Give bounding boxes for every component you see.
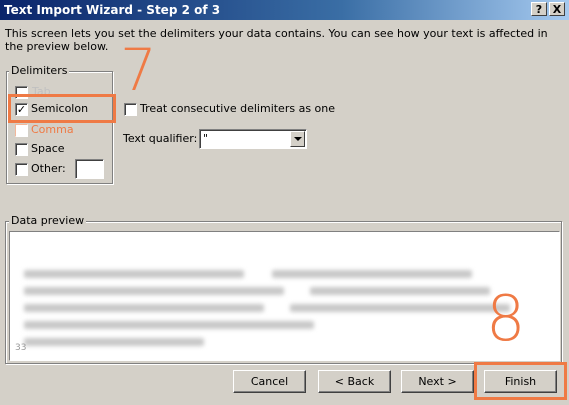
preview-row-number: 33 (15, 343, 27, 353)
space-label: Space (31, 142, 65, 155)
other-label: Other: (31, 162, 66, 175)
title-bar: Text Import Wizard - Step 2 of 3 ? X (0, 0, 569, 20)
step-7-annotation: 7 (120, 36, 157, 104)
window-title: Text Import Wizard - Step 2 of 3 (4, 3, 221, 17)
delimiters-group-label: Delimiters (9, 64, 70, 77)
text-qualifier-value: " (203, 132, 209, 145)
close-button[interactable]: X (549, 2, 565, 16)
text-qualifier-label: Text qualifier: (123, 132, 198, 145)
other-checkbox[interactable] (15, 163, 28, 176)
preview-row (24, 321, 314, 329)
preview-row (310, 287, 490, 295)
preview-row (24, 338, 204, 346)
data-preview-area[interactable]: 33 (9, 231, 560, 361)
wizard-description: This screen lets you set the delimiters … (5, 27, 548, 53)
preview-row (24, 270, 244, 278)
chevron-down-icon[interactable] (290, 131, 305, 147)
consecutive-checkbox[interactable] (124, 103, 137, 116)
preview-row (272, 270, 472, 278)
preview-row (24, 287, 284, 295)
data-preview-label: Data preview (9, 214, 87, 227)
comma-label: Comma (31, 123, 74, 136)
comma-checkbox[interactable] (15, 124, 28, 137)
consecutive-label: Treat consecutive delimiters as one (140, 102, 336, 115)
cancel-button[interactable]: Cancel (233, 370, 306, 393)
next-button[interactable]: Next > (401, 370, 474, 393)
step-8-annotation: 8 (486, 282, 526, 355)
space-checkbox[interactable] (15, 143, 28, 156)
text-qualifier-select[interactable]: " (199, 129, 307, 149)
back-button[interactable]: < Back (318, 370, 391, 393)
preview-row (290, 304, 510, 312)
other-delimiter-input[interactable] (75, 159, 104, 179)
semicolon-highlight (8, 94, 116, 123)
finish-highlight (474, 362, 567, 400)
preview-row (24, 304, 264, 312)
help-button[interactable]: ? (531, 2, 547, 16)
